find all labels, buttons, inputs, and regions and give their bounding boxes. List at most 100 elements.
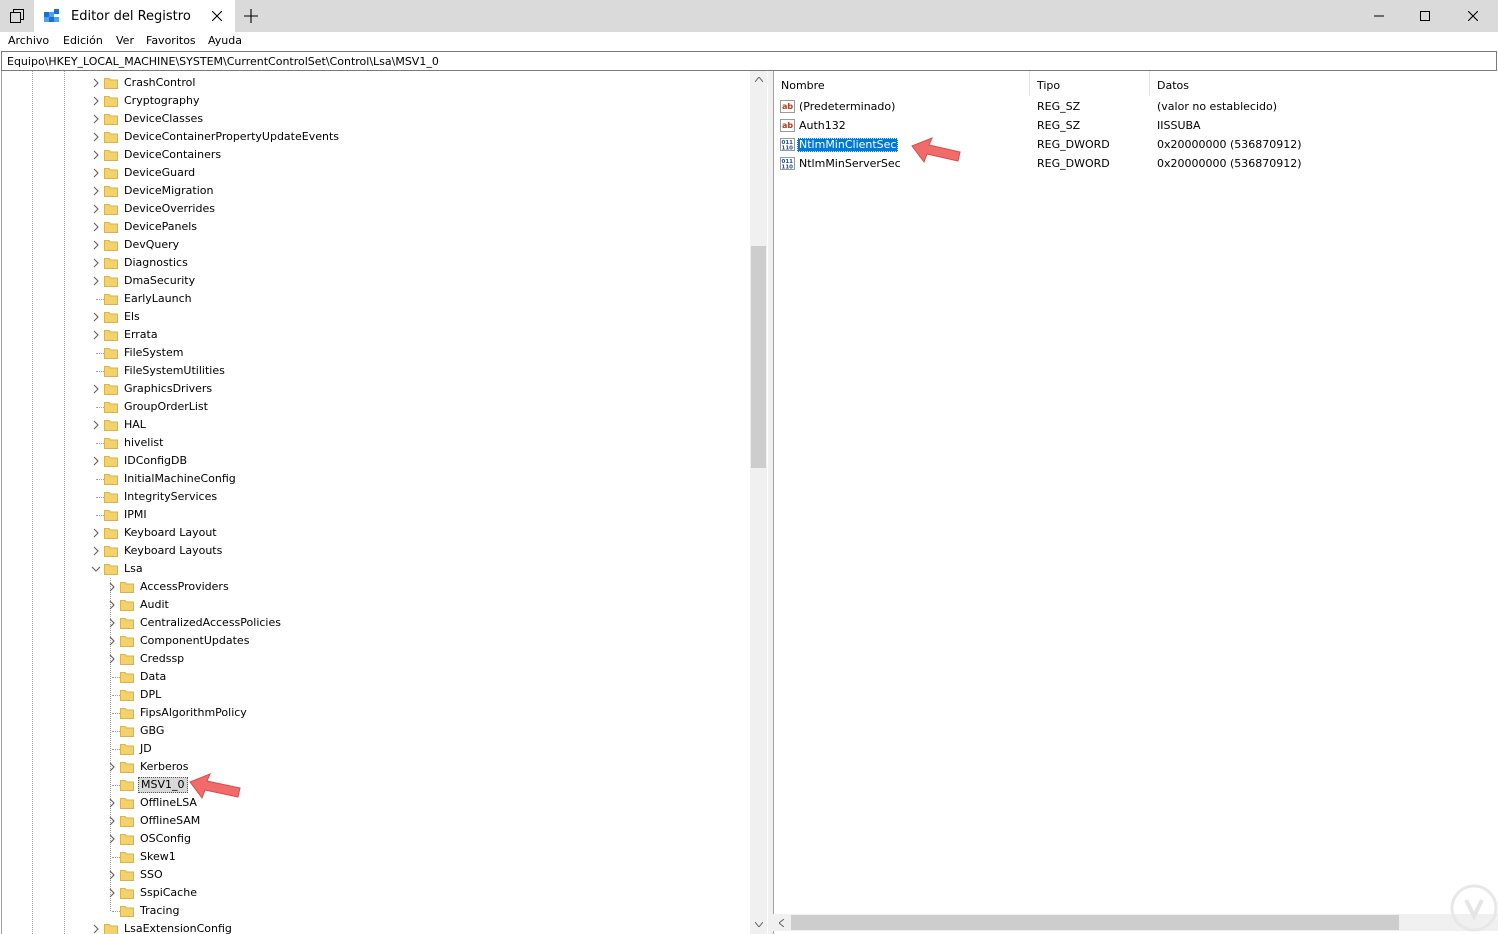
chevron-right-icon[interactable]: [90, 923, 102, 934]
tree-node-sspicache[interactable]: SspiCache: [106, 884, 706, 902]
tree-node-dmasecurity[interactable]: DmaSecurity: [90, 272, 690, 290]
tree-node-graphicsdrivers[interactable]: GraphicsDrivers: [90, 380, 690, 398]
chevron-right-icon[interactable]: [90, 203, 102, 215]
chevron-right-icon[interactable]: [90, 455, 102, 467]
chevron-right-icon[interactable]: [106, 617, 118, 629]
chevron-right-icon[interactable]: [90, 113, 102, 125]
chevron-right-icon[interactable]: [90, 221, 102, 233]
tree-node-tracing[interactable]: Tracing: [106, 902, 706, 920]
chevron-down-icon[interactable]: [90, 563, 102, 575]
chevron-right-icon[interactable]: [106, 833, 118, 845]
scroll-left-icon[interactable]: [773, 914, 790, 931]
list-horizontal-scrollbar[interactable]: [773, 914, 1498, 931]
chevron-right-icon[interactable]: [90, 545, 102, 557]
tree-node-crashcontrol[interactable]: CrashControl: [90, 74, 690, 92]
tree-node-dpl[interactable]: DPL: [106, 686, 706, 704]
tree-node-centralizedaccesspolicies[interactable]: CentralizedAccessPolicies: [106, 614, 706, 632]
tree-node-keyboard-layout[interactable]: Keyboard Layout: [90, 524, 690, 542]
value-row-predeterminado[interactable]: ab (Predeterminado) REG_SZ (valor no establ…: [774, 98, 1498, 117]
tree-node-osconfig[interactable]: OSConfig: [106, 830, 706, 848]
tree-node-fipsalgorithmpolicy[interactable]: FipsAlgorithmPolicy: [106, 704, 706, 722]
maximize-icon[interactable]: [1402, 0, 1448, 32]
column-header-data[interactable]: Datos: [1150, 71, 1498, 96]
tree-vertical-scrollbar[interactable]: [750, 71, 767, 934]
menu-ayuda[interactable]: Ayuda: [208, 34, 242, 47]
tree-node-keyboard-layouts[interactable]: Keyboard Layouts: [90, 542, 690, 560]
chevron-right-icon[interactable]: [106, 635, 118, 647]
chevron-right-icon[interactable]: [90, 383, 102, 395]
tree-node-sso[interactable]: SSO: [106, 866, 706, 884]
tree-node-skew1[interactable]: Skew1: [106, 848, 706, 866]
address-bar[interactable]: Equipo\HKEY_LOCAL_MACHINE\SYSTEM\Current…: [1, 51, 1497, 71]
tree-node-cryptography[interactable]: Cryptography: [90, 92, 690, 110]
chevron-right-icon[interactable]: [106, 797, 118, 809]
tree-node-ipmi[interactable]: IPMI: [90, 506, 690, 524]
new-tab-plus-icon[interactable]: [240, 6, 262, 26]
tree-scroll-thumb[interactable]: [751, 246, 766, 468]
tree-node-audit[interactable]: Audit: [106, 596, 706, 614]
value-row-ntlmminclientsec[interactable]: 011 110 NtlmMinClientSec REG_DWORD 0x2000000…: [774, 136, 1498, 155]
tree-node-idconfigdb[interactable]: IDConfigDB: [90, 452, 690, 470]
chevron-right-icon[interactable]: [90, 419, 102, 431]
chevron-right-icon[interactable]: [90, 77, 102, 89]
tree-node-deviceguard[interactable]: DeviceGuard: [90, 164, 690, 182]
minimize-icon[interactable]: [1356, 0, 1402, 32]
menu-archivo[interactable]: Archivo: [8, 34, 49, 47]
task-view-icon[interactable]: [0, 0, 34, 32]
tree-node-gbg[interactable]: GBG: [106, 722, 706, 740]
tree-node-hal[interactable]: HAL: [90, 416, 690, 434]
chevron-right-icon[interactable]: [106, 761, 118, 773]
list-scroll-thumb[interactable]: [791, 915, 1399, 930]
scroll-up-icon[interactable]: [750, 71, 767, 88]
tree-node-devicepanels[interactable]: DevicePanels: [90, 218, 690, 236]
chevron-right-icon[interactable]: [90, 527, 102, 539]
chevron-right-icon[interactable]: [90, 239, 102, 251]
chevron-right-icon[interactable]: [90, 311, 102, 323]
chevron-right-icon[interactable]: [106, 815, 118, 827]
chevron-right-icon[interactable]: [106, 887, 118, 899]
chevron-right-icon[interactable]: [90, 329, 102, 341]
tree-node-integrityservices[interactable]: IntegrityServices: [90, 488, 690, 506]
tree-node-devicecontainerpropertyupdateevents[interactable]: DeviceContainerPropertyUpdateEvents: [90, 128, 690, 146]
chevron-right-icon[interactable]: [90, 275, 102, 287]
chevron-right-icon[interactable]: [106, 581, 118, 593]
tree-node-offlinesam[interactable]: OfflineSAM: [106, 812, 706, 830]
tree-node-lsa[interactable]: Lsa: [90, 560, 690, 578]
value-row-auth132[interactable]: ab Auth132 REG_SZ IISSUBA: [774, 117, 1498, 136]
chevron-right-icon[interactable]: [90, 149, 102, 161]
tree-node-els[interactable]: Els: [90, 308, 690, 326]
tree-node-diagnostics[interactable]: Diagnostics: [90, 254, 690, 272]
close-tab-icon[interactable]: [209, 8, 225, 24]
column-header-type[interactable]: Tipo: [1030, 71, 1150, 96]
column-header-name[interactable]: Nombre: [774, 71, 1030, 96]
chevron-right-icon[interactable]: [106, 653, 118, 665]
tree-node-filesystem[interactable]: FileSystem: [90, 344, 690, 362]
menu-favoritos[interactable]: Favoritos: [146, 34, 196, 47]
tree-node-filesystemutilities[interactable]: FileSystemUtilities: [90, 362, 690, 380]
value-row-ntlmminserversec[interactable]: 011 110 NtlmMinServerSec REG_DWORD 0x2000000…: [774, 155, 1498, 174]
tree-node-lsaextensionconfig[interactable]: LsaExtensionConfig: [90, 920, 690, 934]
tree-node-accessproviders[interactable]: AccessProviders: [106, 578, 706, 596]
tree-node-grouporderlist[interactable]: GroupOrderList: [90, 398, 690, 416]
chevron-right-icon[interactable]: [90, 167, 102, 179]
tree-node-deviceoverrides[interactable]: DeviceOverrides: [90, 200, 690, 218]
tree-node-hivelist[interactable]: hivelist: [90, 434, 690, 452]
chevron-right-icon[interactable]: [106, 599, 118, 611]
window-tab[interactable]: Editor del Registro: [34, 0, 235, 32]
tree-node-deviceclasses[interactable]: DeviceClasses: [90, 110, 690, 128]
tree-node-initialmachineconfig[interactable]: InitialMachineConfig: [90, 470, 690, 488]
chevron-right-icon[interactable]: [90, 185, 102, 197]
tree-node-componentupdates[interactable]: ComponentUpdates: [106, 632, 706, 650]
tree-node-jd[interactable]: JD: [106, 740, 706, 758]
menu-ver[interactable]: Ver: [116, 34, 134, 47]
chevron-right-icon[interactable]: [90, 95, 102, 107]
close-window-icon[interactable]: [1450, 0, 1496, 32]
chevron-right-icon[interactable]: [90, 257, 102, 269]
scroll-down-icon[interactable]: [750, 916, 767, 933]
tree-node-devicecontainers[interactable]: DeviceContainers: [90, 146, 690, 164]
menu-edicion[interactable]: Edición: [63, 34, 103, 47]
tree-node-data[interactable]: Data: [106, 668, 706, 686]
tree-node-devicemigration[interactable]: DeviceMigration: [90, 182, 690, 200]
tree-node-credssp[interactable]: Credssp: [106, 650, 706, 668]
chevron-right-icon[interactable]: [106, 869, 118, 881]
